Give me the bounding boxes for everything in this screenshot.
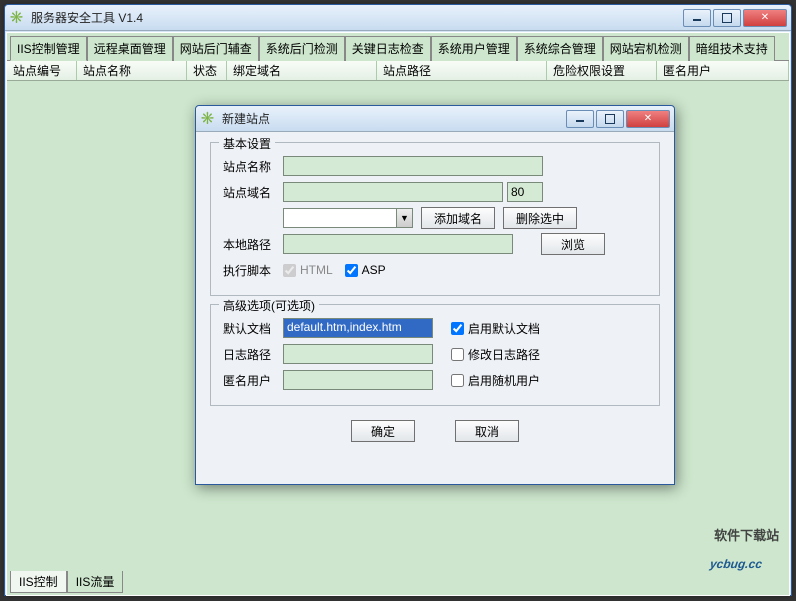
tab-system-backdoor[interactable]: 系统后门检测 xyxy=(259,36,345,61)
add-domain-button[interactable]: 添加域名 xyxy=(421,207,495,229)
col-bind-domain[interactable]: 绑定域名 xyxy=(227,61,377,80)
ok-button[interactable]: 确定 xyxy=(351,420,415,442)
dialog-titlebar[interactable]: ✳️ 新建站点 ✕ xyxy=(196,106,674,132)
dialog-title: 新建站点 xyxy=(222,110,566,127)
dialog-close-button[interactable]: ✕ xyxy=(626,110,670,128)
col-danger-perm[interactable]: 危险权限设置 xyxy=(547,61,657,80)
minimize-button[interactable] xyxy=(683,9,711,27)
log-path-input[interactable] xyxy=(283,344,433,364)
basic-settings-legend: 基本设置 xyxy=(219,135,275,152)
bottom-tab-iis-traffic[interactable]: IIS流量 xyxy=(67,571,124,593)
asp-checkbox[interactable]: ASP xyxy=(345,263,386,277)
site-domain-input[interactable] xyxy=(283,182,503,202)
anon-user-label: 匿名用户 xyxy=(223,372,283,389)
default-doc-input[interactable]: default.htm,index.htm xyxy=(283,318,433,338)
local-path-input[interactable] xyxy=(283,234,513,254)
site-domain-label: 站点域名 xyxy=(223,184,283,201)
col-anon-user[interactable]: 匿名用户 xyxy=(657,61,789,80)
app-icon: ✳️ xyxy=(9,10,25,26)
domain-select[interactable]: ▼ xyxy=(283,208,413,228)
modify-log-path-checkbox[interactable]: 修改日志路径 xyxy=(451,346,540,363)
col-site-path[interactable]: 站点路径 xyxy=(377,61,547,80)
tab-web-backdoor[interactable]: 网站后门辅查 xyxy=(173,36,259,61)
maximize-button[interactable] xyxy=(713,9,741,27)
col-status[interactable]: 状态 xyxy=(187,61,227,80)
dialog-window-controls: ✕ xyxy=(566,110,670,128)
default-doc-label: 默认文档 xyxy=(223,320,283,337)
bottom-tab-iis-control[interactable]: IIS控制 xyxy=(10,571,67,593)
enable-default-doc-checkbox[interactable]: 启用默认文档 xyxy=(451,320,540,337)
browse-button[interactable]: 浏览 xyxy=(541,233,605,255)
log-path-label: 日志路径 xyxy=(223,346,283,363)
advanced-options-legend: 高级选项(可选项) xyxy=(219,297,319,314)
site-name-label: 站点名称 xyxy=(223,158,283,175)
anon-user-input[interactable] xyxy=(283,370,433,390)
basic-settings-fieldset: 基本设置 站点名称 站点域名 ▼ 添加域名 删除选中 本地路径 浏览 xyxy=(210,142,660,296)
advanced-options-fieldset: 高级选项(可选项) 默认文档 default.htm,index.htm 启用默… xyxy=(210,304,660,406)
tab-key-logs[interactable]: 关键日志检查 xyxy=(345,36,431,61)
cancel-button[interactable]: 取消 xyxy=(455,420,519,442)
html-checkbox[interactable]: HTML xyxy=(283,263,333,277)
window-controls: ✕ xyxy=(683,9,787,27)
main-titlebar[interactable]: ✳️ 服务器安全工具 V1.4 ✕ xyxy=(5,5,791,31)
dialog-icon: ✳️ xyxy=(200,111,216,127)
dialog-body: 基本设置 站点名称 站点域名 ▼ 添加域名 删除选中 本地路径 浏览 xyxy=(196,132,674,452)
dialog-minimize-button[interactable] xyxy=(566,110,594,128)
new-site-dialog: ✳️ 新建站点 ✕ 基本设置 站点名称 站点域名 ▼ 添加域名 删除选中 xyxy=(195,105,675,485)
port-input[interactable] xyxy=(507,182,543,202)
local-path-label: 本地路径 xyxy=(223,236,283,253)
script-label: 执行脚本 xyxy=(223,262,283,279)
table-header: 站点编号 站点名称 状态 绑定域名 站点路径 危险权限设置 匿名用户 xyxy=(7,61,789,81)
chevron-down-icon: ▼ xyxy=(396,209,412,227)
delete-selected-button[interactable]: 删除选中 xyxy=(503,207,577,229)
tab-system-misc[interactable]: 系统综合管理 xyxy=(517,36,603,61)
tab-iis-control[interactable]: IIS控制管理 xyxy=(10,36,87,61)
close-button[interactable]: ✕ xyxy=(743,9,787,27)
random-user-checkbox[interactable]: 启用随机用户 xyxy=(451,372,540,389)
site-name-input[interactable] xyxy=(283,156,543,176)
dialog-maximize-button[interactable] xyxy=(596,110,624,128)
top-tabs: IIS控制管理 远程桌面管理 网站后门辅查 系统后门检测 关键日志检查 系统用户… xyxy=(7,33,789,61)
col-site-id[interactable]: 站点编号 xyxy=(7,61,77,80)
tab-remote-desktop[interactable]: 远程桌面管理 xyxy=(87,36,173,61)
tab-anzu-support[interactable]: 暗组技术支持 xyxy=(689,36,775,61)
tab-site-monitor[interactable]: 网站宕机检测 xyxy=(603,36,689,61)
tab-system-users[interactable]: 系统用户管理 xyxy=(431,36,517,61)
main-title: 服务器安全工具 V1.4 xyxy=(31,9,683,26)
bottom-tabs: IIS控制 IIS流量 xyxy=(10,571,123,593)
col-site-name[interactable]: 站点名称 xyxy=(77,61,187,80)
dialog-buttons: 确定 取消 xyxy=(210,420,660,442)
